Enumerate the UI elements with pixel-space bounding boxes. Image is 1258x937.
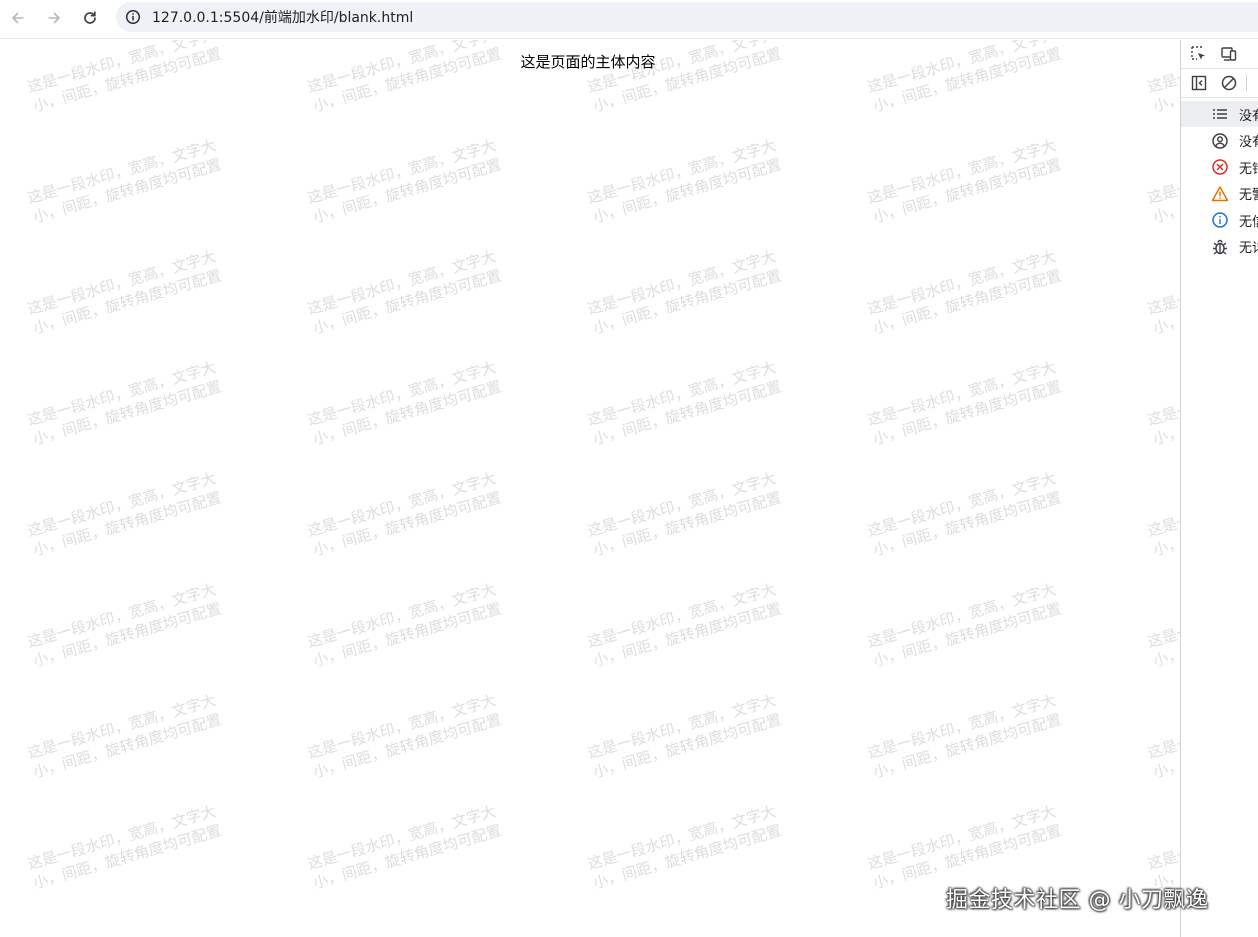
list-icon — [1211, 104, 1229, 124]
filter-label: 无警 — [1239, 188, 1258, 203]
filter-label: 没有 — [1239, 135, 1258, 150]
watermark-text: 这是一段水印，宽高，文字大小，间距，旋转角度均可配置 — [1145, 247, 1180, 338]
filter-info[interactable]: 无信 — [1181, 207, 1258, 233]
devtools-panel: 没有没有无错无警无信无详 — [1180, 40, 1258, 937]
clear-console-button[interactable] — [1214, 70, 1244, 96]
arrow-left-icon — [12, 12, 24, 24]
error-icon — [1211, 157, 1229, 177]
site-info-button[interactable] — [116, 2, 150, 32]
filter-label: 无详 — [1239, 241, 1258, 256]
filter-warnings[interactable]: 无警 — [1181, 181, 1258, 207]
forward-button[interactable] — [40, 4, 68, 32]
watermark-text: 这是一段水印，宽高，文字大小，间距，旋转角度均可配置 — [1145, 469, 1180, 560]
watermark-text: 这是一段水印，宽高，文字大小，间距，旋转角度均可配置 — [585, 580, 784, 671]
filter-label: 无错 — [1239, 161, 1258, 177]
watermark-text: 这是一段水印，宽高，文字大小，间距，旋转角度均可配置 — [305, 247, 504, 338]
sidebar-toggle-icon — [1191, 75, 1207, 91]
back-button[interactable] — [4, 4, 32, 32]
watermark-text: 这是一段水印，宽高，文字大小，间距，旋转角度均可配置 — [865, 136, 1064, 227]
page-viewport: 这是页面的主体内容 这是一段水印，宽高，文字大小，间距，旋转角度均可配置 这是一段… — [0, 40, 1180, 937]
watermark-text: 这是一段水印，宽高，文字大小，间距，旋转角度均可配置 — [865, 247, 1064, 338]
watermark-text: 这是一段水印，宽高，文字大小，间距，旋转角度均可配置 — [585, 136, 784, 227]
site-credit-watermark: 掘金技术社区 @ 小刀飘逸 — [946, 888, 1209, 913]
filter-verbose[interactable]: 无详 — [1181, 234, 1258, 260]
watermark-text: 这是一段水印，宽高，文字大小，间距，旋转角度均可配置 — [1145, 358, 1180, 449]
watermark-text: 这是一段水印，宽高，文字大小，间距，旋转角度均可配置 — [25, 469, 224, 560]
filter-label: 没有 — [1239, 108, 1258, 124]
devtools-main-toolbar — [1181, 40, 1258, 69]
watermark-text: 这是一段水印，宽高，文字大小，间距，旋转角度均可配置 — [585, 247, 784, 338]
browser-window: 127.0.0.1:5504/前端加水印/blank.html 这是页面的主体内… — [0, 0, 1258, 937]
filter-label: 无信 — [1239, 214, 1258, 230]
browser-toolbar: 127.0.0.1:5504/前端加水印/blank.html — [0, 0, 1258, 39]
watermark-text: 这是一段水印，宽高，文字大小，间距，旋转角度均可配置 — [25, 802, 224, 893]
main-content-text: 这是页面的主体内容 — [520, 53, 656, 71]
watermark-layer: 这是一段水印，宽高，文字大小，间距，旋转角度均可配置 这是一段水印，宽高，文字大小… — [0, 40, 1180, 937]
watermark-text: 这是一段水印，宽高，文字大小，间距，旋转角度均可配置 — [865, 469, 1064, 560]
info-icon — [1211, 210, 1229, 230]
watermark-text: 这是一段水印，宽高，文字大小，间距，旋转角度均可配置 — [865, 802, 1064, 893]
watermark-text: 这是一段水印，宽高，文字大小，间距，旋转角度均可配置 — [305, 469, 504, 560]
watermark-text: 这是一段水印，宽高，文字大小，间距，旋转角度均可配置 — [585, 358, 784, 449]
watermark-text: 这是一段水印，宽高，文字大小，间距，旋转角度均可配置 — [305, 136, 504, 227]
watermark-text: 这是一段水印，宽高，文字大小，间距，旋转角度均可配置 — [25, 358, 224, 449]
watermark-text: 这是一段水印，宽高，文字大小，间距，旋转角度均可配置 — [25, 247, 224, 338]
watermark-text: 这是一段水印，宽高，文字大小，间距，旋转角度均可配置 — [585, 691, 784, 782]
inspect-element-button[interactable] — [1184, 41, 1214, 67]
warning-icon — [1211, 184, 1229, 204]
watermark-text: 这是一段水印，宽高，文字大小，间距，旋转角度均可配置 — [585, 469, 784, 560]
console-toolbar — [1181, 69, 1258, 98]
sidebar-toggle-button[interactable] — [1184, 70, 1214, 96]
user-circle-icon — [1211, 131, 1229, 151]
inspect-element-icon — [1191, 46, 1205, 60]
filter-messages[interactable]: 没有 — [1181, 101, 1258, 127]
toolbar-separator — [1246, 75, 1247, 91]
reload-icon — [84, 11, 96, 24]
arrow-right-icon — [48, 12, 60, 24]
bug-icon — [1211, 237, 1229, 257]
device-toolbar-icon — [1221, 47, 1237, 61]
watermark-text: 这是一段水印，宽高，文字大小，间距，旋转角度均可配置 — [1145, 802, 1180, 893]
url-text[interactable]: 127.0.0.1:5504/前端加水印/blank.html — [152, 7, 413, 27]
watermark-text: 这是一段水印，宽高，文字大小，间距，旋转角度均可配置 — [585, 802, 784, 893]
watermark-text: 这是一段水印，宽高，文字大小，间距，旋转角度均可配置 — [865, 580, 1064, 671]
filter-errors[interactable]: 无错 — [1181, 154, 1258, 180]
watermark-text: 这是一段水印，宽高，文字大小，间距，旋转角度均可配置 — [25, 136, 224, 227]
watermark-text: 这是一段水印，宽高，文字大小，间距，旋转角度均可配置 — [305, 358, 504, 449]
watermark-text: 这是一段水印，宽高，文字大小，间距，旋转角度均可配置 — [1145, 136, 1180, 227]
reload-button[interactable] — [76, 4, 104, 32]
address-bar[interactable]: 127.0.0.1:5504/前端加水印/blank.html — [116, 2, 1258, 32]
watermark-text: 这是一段水印，宽高，文字大小，间距，旋转角度均可配置 — [865, 691, 1064, 782]
watermark-text: 这是一段水印，宽高，文字大小，间距，旋转角度均可配置 — [1145, 691, 1180, 782]
watermark-text: 这是一段水印，宽高，文字大小，间距，旋转角度均可配置 — [25, 580, 224, 671]
device-toolbar-button[interactable] — [1214, 41, 1244, 67]
filter-user-messages[interactable]: 没有 — [1181, 128, 1258, 154]
watermark-text: 这是一段水印，宽高，文字大小，间距，旋转角度均可配置 — [1145, 580, 1180, 671]
watermark-text: 这是一段水印，宽高，文字大小，间距，旋转角度均可配置 — [25, 691, 224, 782]
info-circle-icon — [125, 9, 141, 25]
watermark-text: 这是一段水印，宽高，文字大小，间距，旋转角度均可配置 — [865, 358, 1064, 449]
watermark-text: 这是一段水印，宽高，文字大小，间距，旋转角度均可配置 — [305, 580, 504, 671]
clear-console-icon — [1221, 75, 1237, 91]
watermark-text: 这是一段水印，宽高，文字大小，间距，旋转角度均可配置 — [305, 802, 504, 893]
watermark-text: 这是一段水印，宽高，文字大小，间距，旋转角度均可配置 — [305, 691, 504, 782]
